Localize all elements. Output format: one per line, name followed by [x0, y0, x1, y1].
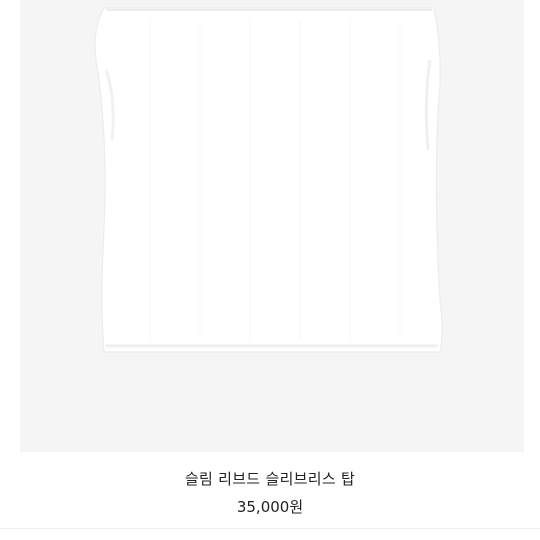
product-card[interactable]: 슬림 리브드 슬리브리스 탑 35,000원 [0, 0, 540, 540]
product-image[interactable] [20, 0, 524, 452]
product-page: 슬림 리브드 슬리브리스 탑 35,000원 [0, 0, 540, 540]
product-info: 슬림 리브드 슬리브리스 탑 35,000원 [0, 462, 540, 518]
product-price: 35,000원 [236, 498, 304, 516]
sleeveless-top-photo-icon [94, 7, 443, 353]
garment-shape [94, 7, 443, 353]
product-name[interactable]: 슬림 리브드 슬리브리스 탑 [0, 468, 540, 490]
divider [0, 528, 540, 529]
